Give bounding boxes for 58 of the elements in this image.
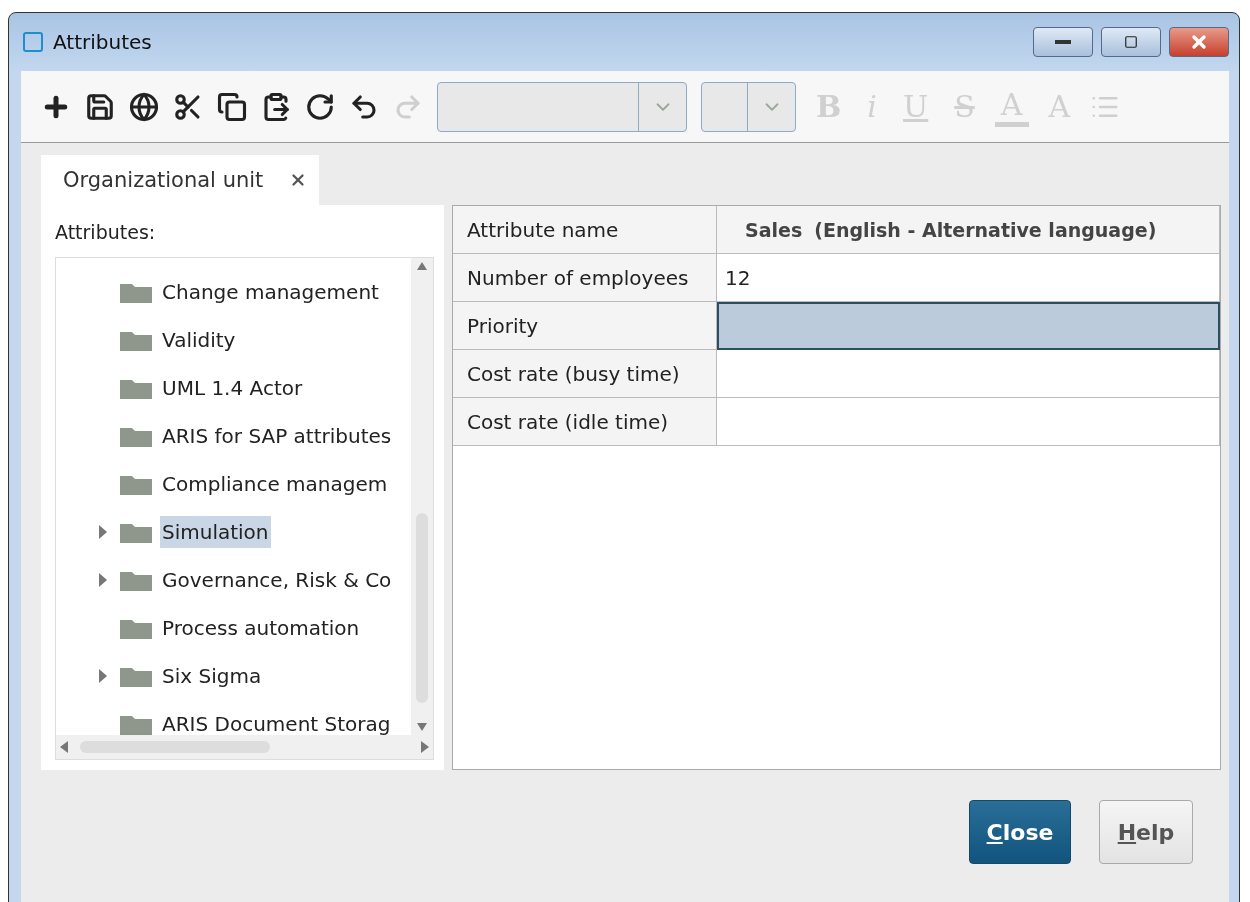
attribute-name-cell: Cost rate (busy time) [453, 350, 717, 398]
attribute-value-cell[interactable] [717, 350, 1220, 398]
save-icon[interactable] [85, 91, 115, 122]
expand-arrow-icon[interactable] [98, 524, 108, 540]
folder-icon [120, 569, 152, 591]
tree-item[interactable]: Change management [160, 276, 381, 308]
tree-item[interactable]: Process automation [160, 612, 362, 644]
expand-arrow-icon[interactable] [98, 572, 108, 588]
window-icon [21, 30, 45, 54]
tree-item[interactable]: Governance, Risk & Co [160, 564, 394, 596]
close-dialog-button[interactable]: Close [969, 800, 1071, 864]
window-title: Attributes [53, 30, 153, 54]
attribute-value-cell[interactable] [717, 302, 1220, 350]
folder-icon [120, 521, 152, 543]
header-cell-text: Sales [744, 218, 803, 241]
folder-icon [120, 665, 152, 687]
tree-item[interactable]: Validity [160, 324, 238, 356]
attribute-value-cell[interactable] [717, 398, 1220, 446]
folder-icon [120, 617, 152, 639]
tree-item[interactable]: Simulation [160, 516, 271, 548]
paste-icon[interactable] [261, 91, 291, 122]
scroll-up-icon[interactable] [417, 262, 427, 270]
folder-icon [120, 425, 152, 447]
copy-icon[interactable] [217, 91, 247, 122]
folder-icon [120, 377, 152, 399]
scroll-left-icon[interactable] [60, 741, 68, 753]
tree-label: Attributes: [55, 221, 157, 243]
tree-item[interactable]: Compliance managem [160, 468, 390, 500]
maximize-button[interactable] [1101, 27, 1161, 57]
tab[interactable]: Organizational unit [41, 155, 320, 205]
horizontal-scrollbar[interactable] [56, 735, 433, 759]
folder-icon [120, 473, 152, 495]
help-button[interactable]: Help [1099, 800, 1193, 864]
language-label: (English - Alternative language) [814, 218, 1157, 241]
close-icon [1189, 32, 1209, 52]
globe-icon[interactable] [129, 91, 159, 122]
vertical-scrollbar[interactable] [411, 258, 433, 735]
tree-item[interactable]: UML 1.4 Actor [160, 372, 305, 404]
attribute-value-cell[interactable]: 12 [717, 254, 1220, 302]
header-cell: Attribute name [453, 206, 717, 254]
scroll-down-icon[interactable] [417, 723, 427, 731]
minimize-icon [1055, 40, 1071, 44]
refresh-icon[interactable] [305, 91, 335, 122]
tab-label: Organizational unit [63, 168, 264, 192]
size-dropdown[interactable] [701, 81, 796, 132]
folder-icon [120, 329, 152, 351]
attribute-name-cell: Cost rate (idle time) [453, 398, 717, 446]
maximize-icon [1124, 35, 1138, 49]
expand-arrow-icon[interactable] [98, 668, 108, 684]
folder-icon [120, 281, 152, 303]
minimize-button[interactable] [1033, 27, 1093, 57]
attribute-name-cell: Number of employees [453, 254, 717, 302]
close-button[interactable] [1169, 27, 1229, 57]
tree-item[interactable]: Six Sigma [160, 660, 264, 692]
attribute-name-cell: Priority [453, 302, 717, 350]
scroll-right-icon[interactable] [421, 741, 429, 753]
tree-item[interactable]: ARIS for SAP attributes [160, 420, 394, 452]
tree-item[interactable]: ARIS Document Storag [160, 708, 393, 735]
